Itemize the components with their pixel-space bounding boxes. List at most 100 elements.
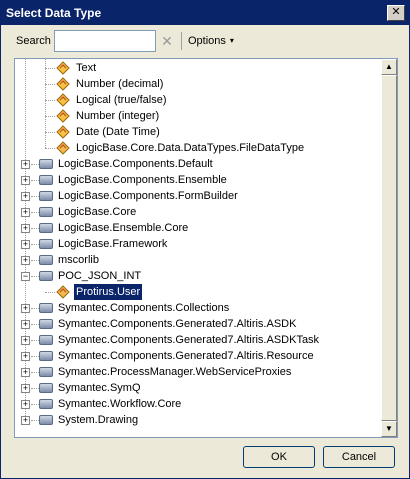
- tree-item-label: Text: [76, 62, 97, 74]
- toolbar-separator: [181, 32, 182, 50]
- tree-item-namespace[interactable]: + LogicBase.Ensemble.Core: [15, 220, 381, 236]
- tree-connector: [45, 84, 55, 85]
- tree-item-type[interactable]: LogicBase.Core.Data.DataTypes.FileDataTy…: [15, 140, 381, 156]
- collapse-icon[interactable]: −: [21, 272, 30, 281]
- data-type-icon: [56, 109, 70, 123]
- tree-item-label: Symantec.Components.Collections: [58, 302, 230, 314]
- expand-icon[interactable]: +: [21, 416, 30, 425]
- namespace-icon: [39, 383, 53, 393]
- title-bar: Select Data Type ✕: [1, 1, 409, 25]
- tree-item-label: POC_JSON_INT: [58, 270, 142, 282]
- tree-connector: [31, 404, 39, 405]
- namespace-icon: [39, 335, 53, 345]
- expand-icon[interactable]: +: [21, 224, 30, 233]
- namespace-icon: [39, 159, 53, 169]
- tree-item-label: Symantec.SymQ: [58, 382, 141, 394]
- tree-item-label: Symantec.Components.Generated7.Altiris.A…: [58, 318, 297, 330]
- chevron-down-icon: ▾: [229, 36, 234, 45]
- expand-icon[interactable]: +: [21, 192, 30, 201]
- tree-item-namespace[interactable]: + System.Drawing: [15, 412, 381, 428]
- ok-button[interactable]: OK: [243, 446, 315, 468]
- tree-item-type[interactable]: Text: [15, 60, 381, 76]
- tree-item-namespace[interactable]: + mscorlib: [15, 252, 381, 268]
- scroll-thumb[interactable]: [381, 75, 397, 421]
- tree-connector: [45, 68, 55, 69]
- expand-icon[interactable]: +: [21, 400, 30, 409]
- tree-item-label: LogicBase.Core.Data.DataTypes.FileDataTy…: [76, 142, 305, 154]
- options-dropdown-button[interactable]: Options ▾: [188, 35, 234, 47]
- expand-icon[interactable]: +: [21, 176, 30, 185]
- tree-connector: [31, 372, 39, 373]
- scroll-down-icon[interactable]: ▼: [381, 421, 397, 437]
- tree-item-type[interactable]: Logical (true/false): [15, 92, 381, 108]
- tree-item-namespace[interactable]: + Symantec.Components.Collections: [15, 300, 381, 316]
- tree-item-namespace[interactable]: + LogicBase.Components.FormBuilder: [15, 188, 381, 204]
- namespace-icon: [39, 303, 53, 313]
- tree-item-label: LogicBase.Core: [58, 206, 137, 218]
- namespace-icon: [39, 415, 53, 425]
- namespace-icon: [39, 255, 53, 265]
- expand-icon[interactable]: +: [21, 208, 30, 217]
- tree-item-label: Symantec.Workflow.Core: [58, 398, 182, 410]
- close-icon[interactable]: ✕: [387, 5, 405, 21]
- tree-item-namespace[interactable]: + LogicBase.Framework: [15, 236, 381, 252]
- tree-connector: [31, 180, 39, 181]
- tree-item-namespace[interactable]: + Symantec.Workflow.Core: [15, 396, 381, 412]
- dialog-title: Select Data Type: [6, 6, 102, 20]
- expand-icon[interactable]: +: [21, 368, 30, 377]
- expand-icon[interactable]: +: [21, 240, 30, 249]
- tree-connector: [31, 340, 39, 341]
- expand-icon[interactable]: +: [21, 352, 30, 361]
- namespace-icon: [39, 367, 53, 377]
- tree-connector: [31, 164, 39, 165]
- tree-item-label: System.Drawing: [58, 414, 139, 426]
- namespace-icon: [39, 351, 53, 361]
- namespace-icon: [39, 271, 53, 281]
- tree-item-namespace[interactable]: + Symantec.Components.Generated7.Altiris.…: [15, 332, 381, 348]
- namespace-icon: [39, 319, 53, 329]
- tree-item-namespace[interactable]: + LogicBase.Core: [15, 204, 381, 220]
- tree-item-namespace[interactable]: + Symantec.Components.Generated7.Altiris.…: [15, 348, 381, 364]
- tree-item-type[interactable]: Number (decimal): [15, 76, 381, 92]
- tree-item-selected[interactable]: Protirus.User: [15, 284, 381, 300]
- expand-icon[interactable]: +: [21, 336, 30, 345]
- clear-search-icon[interactable]: ✕: [159, 33, 175, 49]
- tree-item-namespace[interactable]: + Symantec.Components.Generated7.Altiris.…: [15, 316, 381, 332]
- tree-item-label: mscorlib: [58, 254, 99, 266]
- tree-item-label: Date (Date Time): [76, 126, 160, 138]
- tree-item-label: Symantec.Components.Generated7.Altiris.A…: [58, 334, 320, 346]
- expand-icon[interactable]: +: [21, 256, 30, 265]
- data-type-icon: [56, 77, 70, 91]
- tree-item-label: Symantec.ProcessManager.WebServiceProxie…: [58, 366, 292, 378]
- expand-icon[interactable]: +: [21, 160, 30, 169]
- expand-icon[interactable]: +: [21, 304, 30, 313]
- search-input[interactable]: [54, 30, 156, 52]
- search-label: Search: [16, 35, 51, 47]
- tree-item-namespace[interactable]: + Symantec.SymQ: [15, 380, 381, 396]
- tree-connector: [31, 276, 39, 277]
- tree-item-label: Symantec.Components.Generated7.Altiris.R…: [58, 350, 314, 362]
- vertical-scrollbar[interactable]: ▲ ▼: [381, 59, 397, 437]
- tree-item-type[interactable]: Number (integer): [15, 108, 381, 124]
- options-label: Options: [188, 35, 226, 47]
- data-type-tree[interactable]: Text Number (decimal) Logical (true/false)…: [14, 58, 398, 438]
- data-type-icon: [56, 125, 70, 139]
- tree-connector: [31, 388, 39, 389]
- search-toolbar: Search ✕ Options ▾: [2, 26, 408, 56]
- tree-item-label: Protirus.User: [74, 284, 143, 300]
- namespace-icon: [39, 399, 53, 409]
- scroll-up-icon[interactable]: ▲: [381, 59, 397, 75]
- expand-icon[interactable]: +: [21, 384, 30, 393]
- namespace-icon: [39, 239, 53, 249]
- namespace-icon: [39, 223, 53, 233]
- data-type-icon: [56, 93, 70, 107]
- cancel-button[interactable]: Cancel: [323, 446, 395, 468]
- tree-connector: [31, 324, 39, 325]
- tree-item-namespace[interactable]: − POC_JSON_INT: [15, 268, 381, 284]
- tree-item-namespace[interactable]: + LogicBase.Components.Ensemble: [15, 172, 381, 188]
- tree-item-namespace[interactable]: + Symantec.ProcessManager.WebServiceProxi…: [15, 364, 381, 380]
- tree-item-namespace[interactable]: + LogicBase.Components.Default: [15, 156, 381, 172]
- data-type-icon: [56, 61, 70, 75]
- expand-icon[interactable]: +: [21, 320, 30, 329]
- tree-item-type[interactable]: Date (Date Time): [15, 124, 381, 140]
